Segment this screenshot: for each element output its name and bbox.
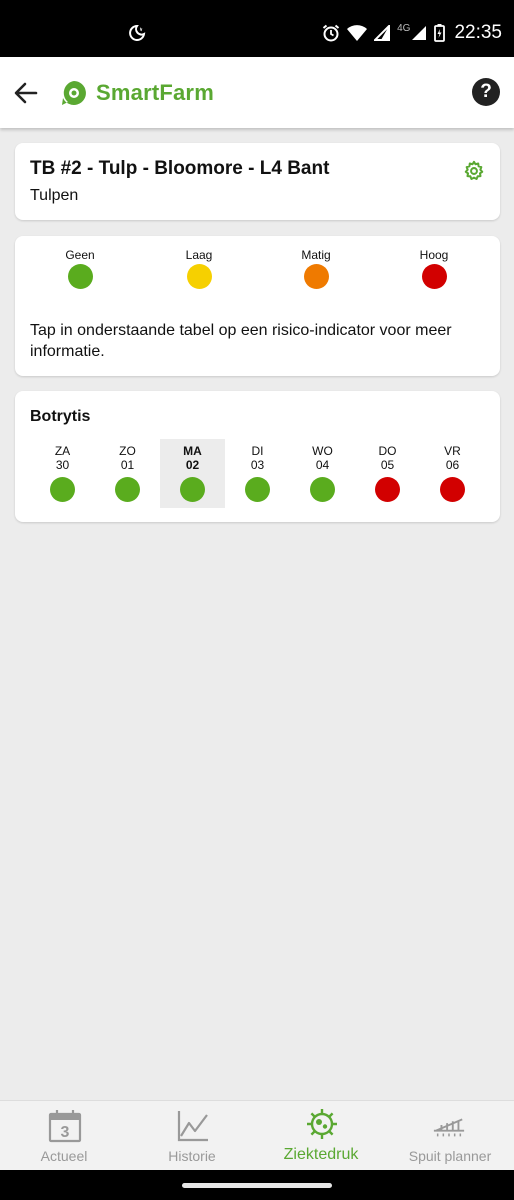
day-column-selected[interactable]: MA 02 xyxy=(160,439,225,508)
risk-indicator-green[interactable] xyxy=(245,477,270,502)
smartfarm-logo-icon xyxy=(62,81,86,105)
nav-tab-spuit-planner[interactable]: Spuit planner xyxy=(386,1101,514,1171)
legend-dot-green xyxy=(67,264,93,289)
status-bar: 4G 22:35 xyxy=(0,0,514,57)
app-bar: SmartFarm ? xyxy=(0,57,514,128)
legend-dot-yellow xyxy=(186,264,212,289)
legend-label: Geen xyxy=(65,248,95,262)
signal-icon-2 xyxy=(412,26,427,40)
day-date: 02 xyxy=(185,458,200,472)
disease-name: Botrytis xyxy=(30,408,91,425)
risk-indicator-red[interactable] xyxy=(440,477,465,502)
disease-card-botrytis: Botrytis ZA 30 ZO 01 MA 02 DI 03 WO 04 D… xyxy=(15,391,500,522)
settings-gear-icon[interactable] xyxy=(463,160,485,182)
legend-dot-red xyxy=(421,264,447,289)
nav-label: Spuit planner xyxy=(408,1148,492,1164)
nav-label: Historie xyxy=(168,1148,216,1164)
risk-indicator-red[interactable] xyxy=(375,477,400,502)
legend-item-laag: Laag xyxy=(159,248,239,294)
network-type: 4G xyxy=(397,23,411,34)
risk-indicator-green[interactable] xyxy=(50,477,75,502)
day-name: DI xyxy=(251,444,264,458)
day-date: 05 xyxy=(380,458,395,472)
legend-item-hoog: Hoog xyxy=(394,248,474,294)
day-date: 30 xyxy=(55,458,70,472)
legend-dot-orange xyxy=(303,264,329,289)
crop-name: Tulpen xyxy=(30,187,79,204)
clock: 22:35 xyxy=(454,22,502,43)
nav-tab-actueel[interactable]: 3 Actueel xyxy=(0,1101,128,1171)
day-name: WO xyxy=(312,444,333,458)
day-date: 03 xyxy=(250,458,265,472)
brand-name: SmartFarm xyxy=(96,80,214,105)
brand-logo: SmartFarm xyxy=(60,79,214,107)
legend-label: Hoog xyxy=(419,248,449,262)
alarm-icon xyxy=(322,24,340,42)
risk-legend-card: Geen Laag Matig Hoog Tap in onderstaande… xyxy=(15,236,500,376)
field-card: TB #2 - Tulp - Bloomore - L4 Bant Tulpen xyxy=(15,143,500,220)
risk-indicator-green[interactable] xyxy=(310,477,335,502)
legend-item-matig: Matig xyxy=(276,248,356,294)
back-arrow-icon[interactable] xyxy=(12,79,40,107)
day-date: 06 xyxy=(445,458,460,472)
question-mark-icon: ? xyxy=(480,81,492,102)
day-name: MA xyxy=(183,444,202,458)
day-name: ZO xyxy=(119,444,136,458)
day-date: 01 xyxy=(120,458,135,472)
bottom-navigation: 3 Actueel Historie Ziektedruk Spuit plan… xyxy=(0,1100,514,1170)
nav-tab-historie[interactable]: Historie xyxy=(128,1101,256,1171)
calendar-badge: 3 xyxy=(61,1124,70,1141)
day-column[interactable]: ZA 30 xyxy=(30,439,95,508)
nav-label: Actueel xyxy=(40,1148,88,1164)
day-date: 04 xyxy=(315,458,330,472)
day-column[interactable]: VR 06 xyxy=(420,439,485,508)
risk-legend: Geen Laag Matig Hoog xyxy=(15,248,500,298)
legend-info-text: Tap in onderstaande tabel op een risico-… xyxy=(30,322,452,360)
home-gesture-handle[interactable] xyxy=(182,1183,332,1188)
field-title: TB #2 - Tulp - Bloomore - L4 Bant xyxy=(30,158,330,179)
system-navigation-bar xyxy=(0,1170,514,1200)
battery-charging-icon xyxy=(434,24,446,42)
virus-icon xyxy=(307,1109,337,1139)
risk-indicator-green[interactable] xyxy=(180,477,205,502)
legend-item-geen: Geen xyxy=(40,248,120,294)
day-column[interactable]: ZO 01 xyxy=(95,439,160,508)
help-button[interactable]: ? xyxy=(472,78,500,106)
risk-indicator-green[interactable] xyxy=(115,477,140,502)
calendar-icon: 3 xyxy=(48,1110,82,1143)
day-name: ZA xyxy=(54,444,71,458)
nav-tab-ziektedruk[interactable]: Ziektedruk xyxy=(257,1101,385,1171)
do-not-disturb-icon xyxy=(129,24,146,41)
chart-line-icon xyxy=(177,1111,208,1142)
day-name: VR xyxy=(444,444,461,458)
wifi-icon xyxy=(347,24,368,41)
legend-label: Matig xyxy=(301,248,331,262)
nav-label: Ziektedruk xyxy=(283,1146,359,1163)
day-column[interactable]: DO 05 xyxy=(355,439,420,508)
legend-label: Laag xyxy=(185,248,213,262)
day-name: DO xyxy=(378,444,397,458)
day-column[interactable]: DI 03 xyxy=(225,439,290,508)
signal-icon xyxy=(374,25,391,41)
sprayer-icon xyxy=(433,1118,465,1137)
day-column[interactable]: WO 04 xyxy=(290,439,355,508)
